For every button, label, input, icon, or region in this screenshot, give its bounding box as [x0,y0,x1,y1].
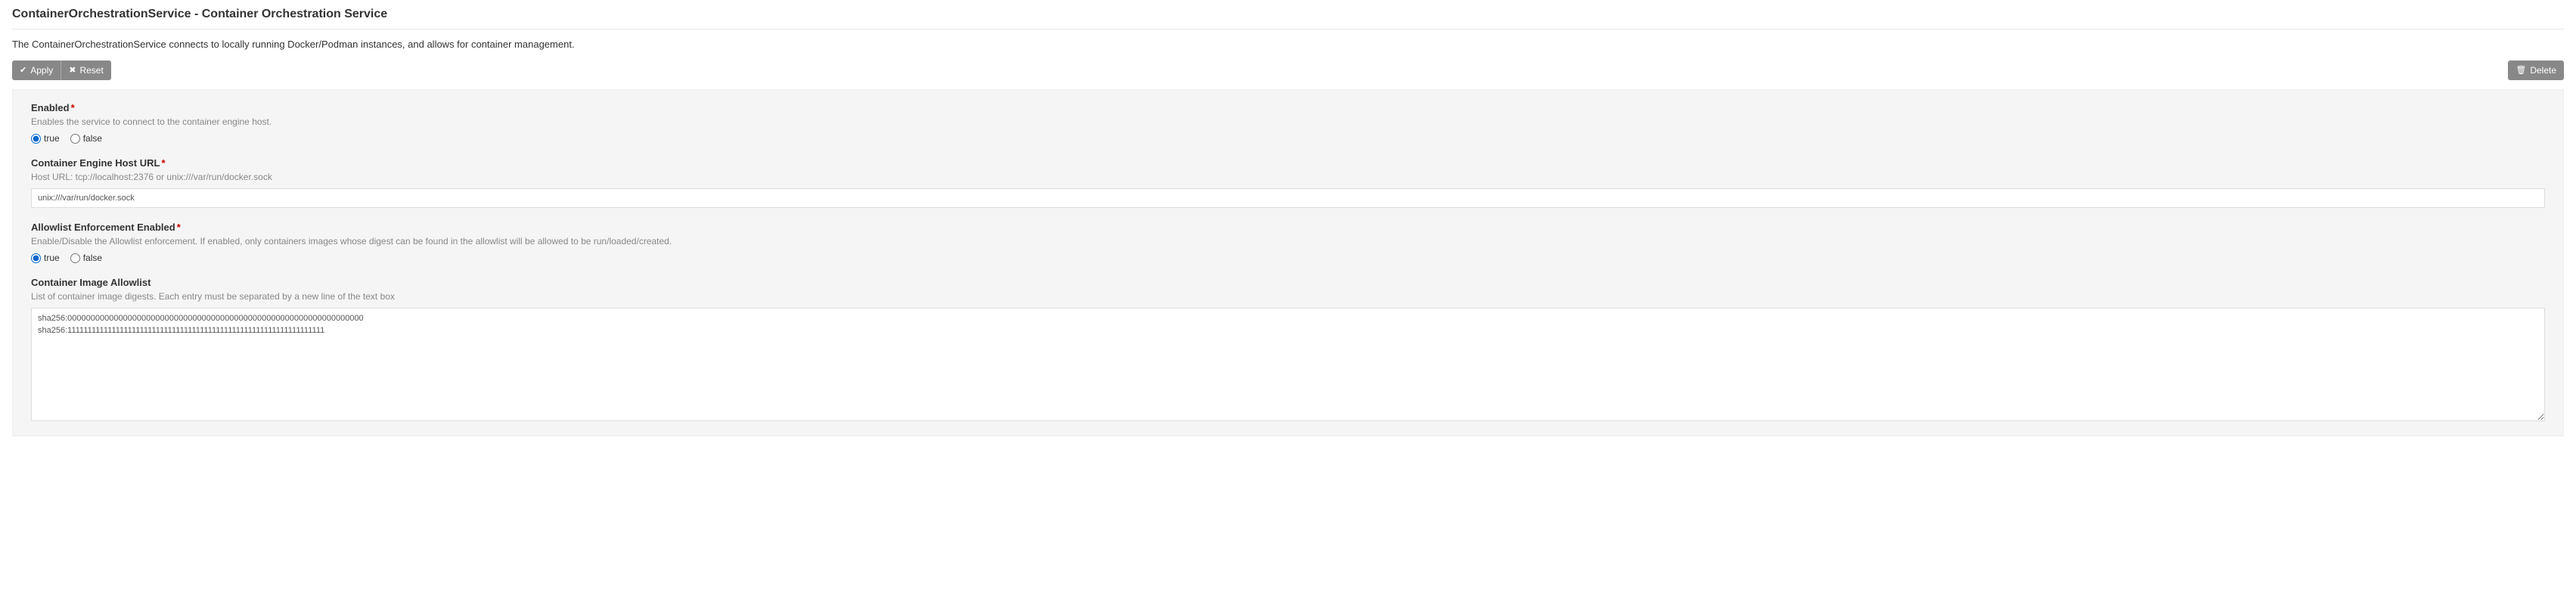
enabled-true-option[interactable]: true [31,133,60,144]
required-marker: * [71,102,75,113]
allowlist-enabled-help: Enable/Disable the Allowlist enforcement… [31,236,2545,247]
allowlist-label-text: Container Image Allowlist [31,277,151,288]
allowlist-enabled-label-text: Allowlist Enforcement Enabled [31,222,175,233]
allowlist-enabled-true-option[interactable]: true [31,253,60,263]
enabled-radio-group: true false [31,133,2545,144]
field-allowlist-enabled: Allowlist Enforcement Enabled* Enable/Di… [31,222,2545,263]
allowlist-enabled-radio-group: true false [31,253,2545,263]
host-url-help: Host URL: tcp://localhost:2376 or unix:/… [31,172,2545,182]
close-icon: ✖ [69,67,76,75]
apply-button-label: Apply [30,65,53,76]
toolbar-left: ✔ Apply ✖ Reset [12,60,111,80]
required-marker: * [161,157,165,169]
allowlist-enabled-label: Allowlist Enforcement Enabled* [31,222,2545,233]
enabled-true-label: true [44,133,60,144]
enabled-help: Enables the service to connect to the co… [31,116,2545,127]
delete-button[interactable]: 🗑 Delete [2508,60,2564,80]
page-description: The ContainerOrchestrationService connec… [12,39,2564,50]
form-panel: Enabled* Enables the service to connect … [12,89,2564,436]
reset-button-label: Reset [79,65,103,76]
enabled-label-text: Enabled [31,102,70,113]
toolbar: ✔ Apply ✖ Reset 🗑 Delete [12,60,2564,80]
field-host-url: Container Engine Host URL* Host URL: tcp… [31,157,2545,208]
allowlist-help: List of container image digests. Each en… [31,291,2545,302]
allowlist-enabled-false-radio[interactable] [70,253,80,263]
trash-icon: 🗑 [2515,67,2526,75]
apply-button[interactable]: ✔ Apply [12,60,61,80]
delete-button-label: Delete [2530,65,2556,76]
field-allowlist: Container Image Allowlist List of contai… [31,277,2545,423]
host-url-label: Container Engine Host URL* [31,157,2545,169]
allowlist-enabled-true-radio[interactable] [31,253,41,263]
host-url-input[interactable] [31,188,2545,208]
enabled-true-radio[interactable] [31,134,41,144]
allowlist-enabled-false-label: false [83,253,102,263]
enabled-false-option[interactable]: false [70,133,102,144]
host-url-label-text: Container Engine Host URL [31,157,160,169]
allowlist-label: Container Image Allowlist [31,277,2545,288]
enabled-label: Enabled* [31,102,2545,113]
check-icon: ✔ [20,67,26,75]
allowlist-enabled-true-label: true [44,253,60,263]
enabled-false-label: false [83,133,102,144]
allowlist-enabled-false-option[interactable]: false [70,253,102,263]
required-marker: * [177,222,181,233]
reset-button[interactable]: ✖ Reset [61,60,111,80]
page-title: ContainerOrchestrationService - Containe… [12,8,2564,21]
enabled-false-radio[interactable] [70,134,80,144]
field-enabled: Enabled* Enables the service to connect … [31,102,2545,144]
toolbar-right: 🗑 Delete [2508,60,2564,80]
allowlist-textarea[interactable] [31,308,2545,421]
